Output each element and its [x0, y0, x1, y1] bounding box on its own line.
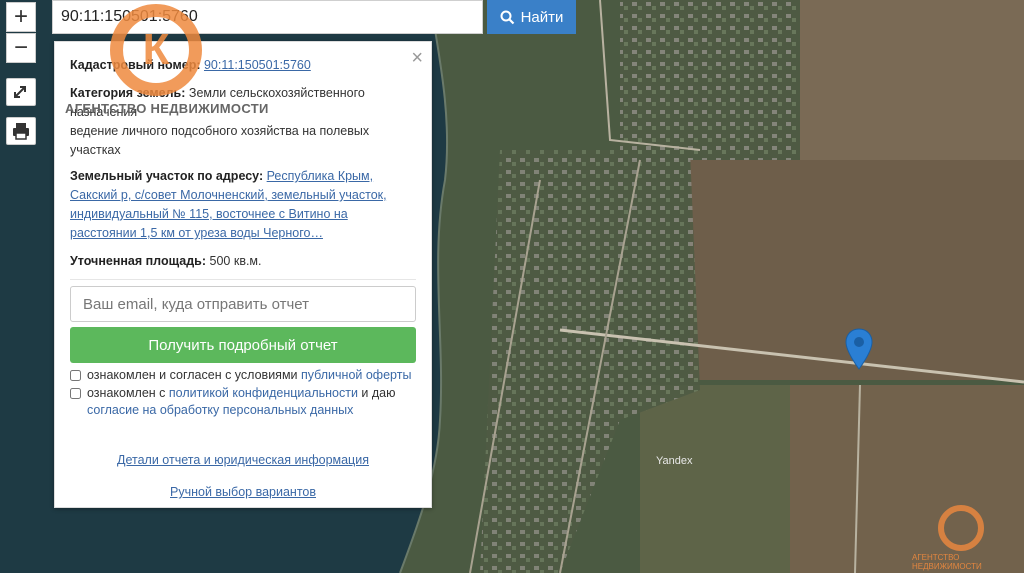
get-report-button[interactable]: Получить подробный отчет	[70, 327, 416, 363]
privacy-consent-mid: и даю	[357, 386, 396, 400]
printer-icon	[13, 123, 29, 140]
area-row: Уточненная площадь: 500 кв.м.	[70, 252, 410, 271]
category-row: Категория земель: Земли сельскохозяйстве…	[70, 84, 410, 160]
category-usage: ведение личного подсобного хозяйства на …	[70, 124, 370, 157]
offer-consent-checkbox[interactable]	[70, 370, 81, 381]
agency-logo-letter: К	[142, 25, 170, 74]
map-attribution: Yandex	[656, 455, 693, 467]
close-icon[interactable]: ×	[411, 48, 423, 68]
offer-consent-text: ознакомлен и согласен с условиями публич…	[87, 367, 417, 384]
email-field[interactable]	[70, 286, 416, 322]
public-offer-link[interactable]: публичной оферты	[301, 368, 411, 382]
privacy-policy-link[interactable]: политикой конфиденциальности	[169, 386, 358, 400]
report-details-link[interactable]: Детали отчета и юридическая информация	[55, 453, 431, 467]
search-button[interactable]: Найти	[487, 0, 576, 34]
cadastral-link[interactable]: 90:11:150501:5760	[204, 58, 311, 72]
fullscreen-button[interactable]	[6, 78, 36, 106]
manual-selection-link[interactable]: Ручной выбор вариантов	[55, 485, 431, 499]
address-label: Земельный участок по адресу:	[70, 169, 264, 183]
data-processing-link[interactable]: согласие на обработку персональных данны…	[87, 403, 353, 417]
area-label: Уточненная площадь:	[70, 254, 207, 268]
divider	[70, 279, 416, 280]
search-icon	[500, 10, 514, 24]
privacy-consent-text: ознакомлен с политикой конфиденциальност…	[87, 385, 417, 419]
zoom-in-button[interactable]: +	[6, 2, 36, 32]
area-value: 500 кв.м.	[209, 254, 262, 268]
agency-watermark-text: АГЕНТСТВО НЕДВИЖИМОСТИ	[65, 101, 269, 116]
offer-consent-label: ознакомлен и согласен с условиями	[87, 368, 301, 382]
expand-icon	[14, 86, 26, 98]
print-button[interactable]	[6, 117, 36, 145]
location-pin-icon[interactable]	[845, 328, 873, 370]
corner-logo	[938, 505, 984, 551]
corner-watermark-text: АГЕНТСТВО НЕДВИЖИМОСТИ	[912, 553, 982, 571]
zoom-out-button[interactable]: −	[6, 33, 36, 63]
search-button-label: Найти	[520, 8, 564, 26]
privacy-consent-label: ознакомлен с	[87, 386, 169, 400]
address-row: Земельный участок по адресу: Республика …	[70, 167, 410, 243]
privacy-consent-checkbox[interactable]	[70, 388, 81, 399]
